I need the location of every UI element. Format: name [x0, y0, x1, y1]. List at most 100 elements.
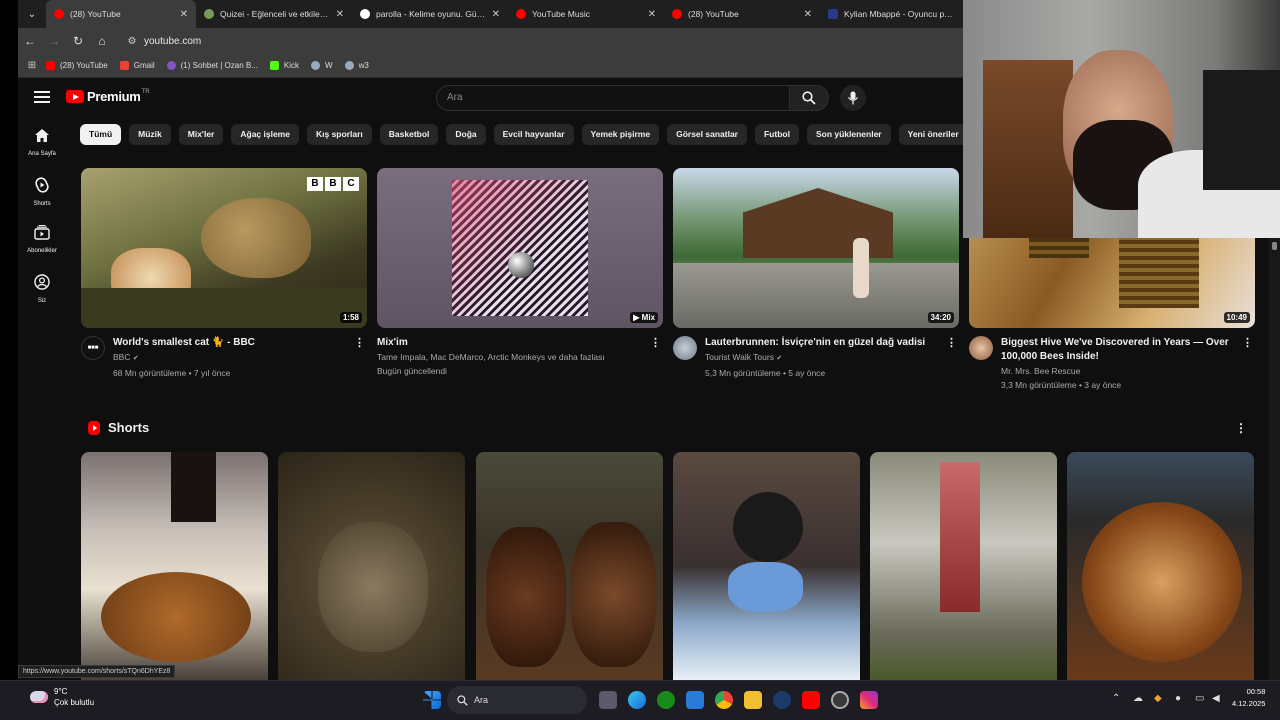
- channel-name[interactable]: Tourist Walk Tours ✔: [705, 350, 941, 366]
- mix-thumbnail[interactable]: ▶ Mix: [377, 168, 663, 328]
- chip-mixes[interactable]: Mix'ler: [178, 124, 224, 145]
- youtube-premium-logo[interactable]: Premium TR: [66, 89, 150, 104]
- video-title[interactable]: World's smallest cat 🐈 - BBC: [113, 336, 349, 350]
- bookmark-kick[interactable]: Kick: [269, 61, 299, 70]
- tab-close-icon[interactable]: ✕: [648, 9, 656, 20]
- apps-grid-icon[interactable]: ⊞: [18, 60, 46, 71]
- shorts-more-options-icon[interactable]: ⋮: [1235, 421, 1247, 435]
- channel-avatar[interactable]: [673, 336, 697, 360]
- bookmark-sohbet[interactable]: (1) Sohbet | Ozan B...: [166, 61, 258, 70]
- bookmark-gmail[interactable]: Gmail: [119, 61, 155, 70]
- chip-pets[interactable]: Evcil hayvanlar: [493, 124, 574, 145]
- sidebar-item-home[interactable]: Ana Sayfa: [18, 128, 66, 157]
- video-thumbnail[interactable]: B B C 1:58: [81, 168, 367, 328]
- browser-tab-youtube-music[interactable]: YouTube Music ✕: [508, 0, 664, 28]
- site-info-icon[interactable]: ⚙: [124, 36, 140, 47]
- sidebar-item-you[interactable]: Siz: [18, 274, 66, 304]
- onedrive-cloud-icon[interactable]: ☁: [1133, 693, 1143, 704]
- chip-visual-arts[interactable]: Görsel sanatlar: [667, 124, 747, 145]
- chip-new-to-you[interactable]: Yeni öneriler: [898, 124, 968, 145]
- volume-icon[interactable]: ◀: [1212, 693, 1220, 704]
- chip-music[interactable]: Müzik: [129, 124, 171, 145]
- chip-football[interactable]: Futbol: [754, 124, 799, 145]
- reload-icon[interactable]: ↻: [66, 34, 90, 48]
- more-options-icon[interactable]: ⋮: [946, 336, 957, 349]
- chip-recently-uploaded[interactable]: Son yüklenenler: [806, 124, 891, 145]
- video-card-lauterbrunnen[interactable]: 34:20 Lauterbrunnen: İsviçre'nin en güze…: [673, 168, 959, 380]
- short-card[interactable]: [278, 452, 465, 680]
- weather-widget[interactable]: 9°C Çok bulutlu: [30, 686, 94, 708]
- chip-woodworking[interactable]: Ağaç işleme: [231, 124, 299, 145]
- network-icon[interactable]: ▭: [1195, 693, 1204, 704]
- short-card[interactable]: [81, 452, 268, 680]
- short-card[interactable]: [476, 452, 663, 680]
- tab-close-icon[interactable]: ✕: [492, 9, 500, 20]
- forward-arrow-icon[interactable]: →: [42, 34, 66, 48]
- task-view-icon[interactable]: [599, 691, 617, 709]
- voice-search-button[interactable]: [840, 85, 866, 111]
- instagram-icon[interactable]: [860, 691, 878, 709]
- more-options-icon[interactable]: ⋮: [650, 336, 661, 349]
- bookmark-w[interactable]: W: [311, 61, 333, 70]
- search-input[interactable]: Ara: [436, 85, 790, 111]
- chrome-icon[interactable]: [715, 691, 733, 709]
- steam-icon[interactable]: [773, 691, 791, 709]
- more-options-icon[interactable]: ⋮: [1242, 336, 1253, 349]
- tray-app-icon[interactable]: ◆: [1154, 693, 1162, 704]
- verified-check-icon: ✔: [776, 355, 783, 362]
- sidebar-item-shorts[interactable]: Shorts: [18, 177, 66, 207]
- tab-close-icon[interactable]: ✕: [180, 9, 188, 20]
- page-scrollbar[interactable]: [1269, 238, 1280, 680]
- youtube-app-icon[interactable]: [802, 691, 820, 709]
- more-options-icon[interactable]: ⋮: [354, 336, 365, 349]
- bookmark-w3[interactable]: w3: [344, 61, 369, 70]
- file-explorer-icon[interactable]: [744, 691, 762, 709]
- obs-icon[interactable]: [831, 691, 849, 709]
- chip-basketball[interactable]: Basketbol: [379, 124, 439, 145]
- browser-tab-mbappe[interactable]: Kylian Mbappé - Oyuncu profili: [820, 0, 963, 28]
- mail-icon[interactable]: [686, 691, 704, 709]
- tray-overflow-chevron-icon[interactable]: ⌃: [1112, 693, 1120, 704]
- taskbar-clock[interactable]: 00:58 4.12.2025: [1232, 686, 1265, 710]
- mix-title[interactable]: Mix'im: [377, 336, 645, 350]
- windows-start-icon[interactable]: [423, 691, 441, 709]
- tab-close-icon[interactable]: ✕: [804, 9, 812, 20]
- short-card[interactable]: [673, 452, 860, 680]
- tab-search-menu-icon[interactable]: ⌄: [18, 0, 46, 28]
- channel-avatar[interactable]: ■■■: [81, 336, 105, 360]
- sidebar-item-subscriptions[interactable]: Abonelikler: [18, 225, 66, 254]
- video-card-my-mix[interactable]: ▶ Mix Mix'im Tame Impala, Mac DeMarco, A…: [377, 168, 663, 378]
- browser-tab-quizei[interactable]: Quizei - Eğlenceli ve etkileşimli ✕: [196, 0, 352, 28]
- short-card[interactable]: [870, 452, 1057, 680]
- channel-avatar[interactable]: [969, 336, 993, 360]
- url-field[interactable]: ⚙ youtube.com: [120, 30, 940, 52]
- short-card[interactable]: [1067, 452, 1254, 680]
- browser-tab-youtube[interactable]: (28) YouTube ✕: [46, 0, 196, 28]
- home-icon[interactable]: ⌂: [90, 34, 114, 48]
- bookmark-youtube[interactable]: (28) YouTube: [46, 61, 108, 70]
- chrome-sphere: [508, 252, 534, 278]
- search-button[interactable]: [789, 85, 829, 111]
- video-card-smallest-cat[interactable]: B B C 1:58 ■■■ World's smallest cat 🐈 - …: [81, 168, 367, 380]
- microphone-tray-icon[interactable]: ●: [1175, 693, 1181, 704]
- scrollbar-thumb[interactable]: [1272, 242, 1277, 250]
- chip-winter-sports[interactable]: Kış sporları: [306, 124, 372, 145]
- video-title[interactable]: Biggest Hive We've Discovered in Years —…: [1001, 336, 1237, 364]
- channel-name[interactable]: BBC ✔: [113, 350, 349, 366]
- video-title[interactable]: Lauterbrunnen: İsviçre'nin en güzel dağ …: [705, 336, 941, 350]
- chip-all[interactable]: Tümü: [80, 124, 122, 145]
- chip-nature[interactable]: Doğa: [446, 124, 486, 145]
- taskbar-search[interactable]: Ara: [447, 686, 587, 714]
- channel-name[interactable]: Mr. Mrs. Bee Rescue: [1001, 364, 1237, 378]
- xbox-icon[interactable]: [657, 691, 675, 709]
- edge-browser-icon[interactable]: [628, 691, 646, 709]
- browser-tab-youtube-2[interactable]: (28) YouTube ✕: [664, 0, 820, 28]
- tab-close-icon[interactable]: ✕: [336, 9, 344, 20]
- tab-title: Quizei - Eğlenceli ve etkileşimli: [220, 9, 330, 19]
- chip-cooking[interactable]: Yemek pişirme: [581, 124, 660, 145]
- back-arrow-icon[interactable]: ←: [18, 34, 42, 48]
- clock-time: 00:58: [1246, 687, 1266, 696]
- video-thumbnail[interactable]: 34:20: [673, 168, 959, 328]
- browser-tab-parolla[interactable]: parolla - Kelime oyunu. Günlük ✕: [352, 0, 508, 28]
- menu-icon[interactable]: [34, 91, 50, 103]
